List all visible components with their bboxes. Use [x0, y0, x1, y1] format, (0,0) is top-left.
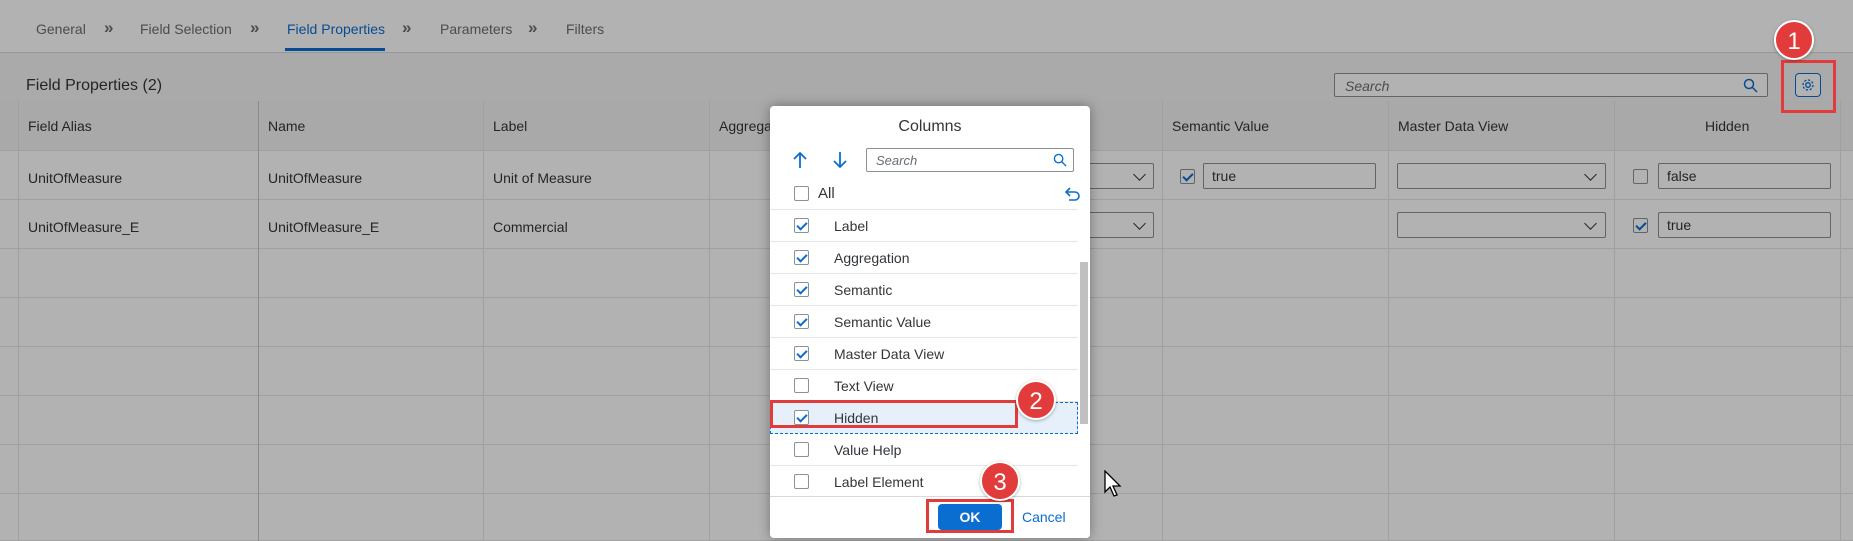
- select-all-label: All: [818, 185, 835, 202]
- column-item-text: Semantic Value: [834, 314, 932, 330]
- columns-dialog: Columns Search All Label Aggregation Sem…: [770, 106, 1090, 538]
- list-scrollbar[interactable]: [1080, 262, 1088, 424]
- column-checkbox[interactable]: [794, 378, 809, 393]
- callout-badge-1: 1: [1774, 20, 1814, 60]
- column-checkbox[interactable]: [794, 314, 809, 329]
- callout-box-1: [1781, 60, 1836, 113]
- callout-badge-2: 2: [1016, 380, 1056, 420]
- column-checkbox[interactable]: [794, 442, 809, 457]
- column-item-value-help[interactable]: Value Help: [770, 434, 1078, 466]
- column-item-text: Value Help: [834, 442, 902, 458]
- move-down-icon[interactable]: [832, 151, 848, 169]
- column-item-text: Label Element: [834, 474, 924, 490]
- column-checkbox[interactable]: [794, 282, 809, 297]
- column-item-label-element[interactable]: Label Element: [770, 466, 1078, 498]
- column-item-text: Label: [834, 218, 869, 234]
- select-all-checkbox[interactable]: [794, 186, 809, 201]
- column-item-text: Aggregation: [834, 250, 910, 266]
- column-checkbox[interactable]: [794, 218, 809, 233]
- select-all-row[interactable]: All: [770, 178, 1080, 210]
- column-search-input[interactable]: Search: [866, 148, 1074, 172]
- dialog-title: Columns: [898, 118, 962, 135]
- column-item-text: Text View: [834, 378, 894, 394]
- column-item-label[interactable]: Label: [770, 210, 1078, 242]
- column-checkbox[interactable]: [794, 346, 809, 361]
- column-item-semantic[interactable]: Semantic: [770, 274, 1078, 306]
- move-up-icon[interactable]: [792, 151, 808, 169]
- column-item-semantic-value[interactable]: Semantic Value: [770, 306, 1078, 338]
- cancel-button[interactable]: Cancel: [1022, 509, 1066, 525]
- column-checkbox[interactable]: [794, 250, 809, 265]
- column-checkbox[interactable]: [794, 474, 809, 489]
- callout-badge-3: 3: [980, 461, 1020, 501]
- callout-box-3: [926, 499, 1014, 533]
- column-item-master-data-view[interactable]: Master Data View: [770, 338, 1078, 370]
- column-item-text: Semantic: [834, 282, 893, 298]
- reset-icon[interactable]: [1064, 186, 1080, 201]
- search-icon[interactable]: [1053, 153, 1067, 167]
- column-item-aggregation[interactable]: Aggregation: [770, 242, 1078, 274]
- column-item-text: Master Data View: [834, 346, 945, 362]
- callout-box-2: [770, 400, 1018, 428]
- search-placeholder: Search: [876, 153, 918, 168]
- mouse-cursor-icon: [1104, 470, 1122, 497]
